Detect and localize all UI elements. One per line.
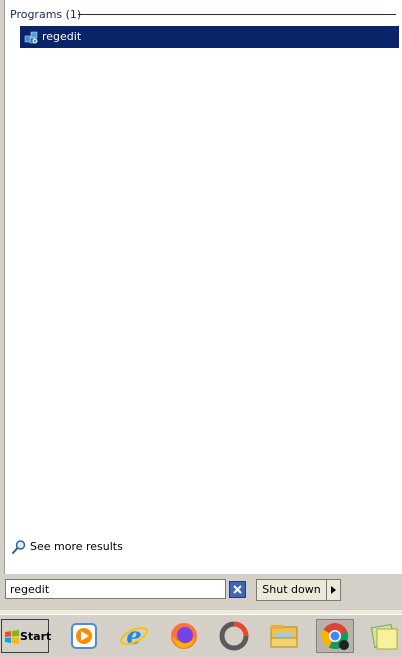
svg-text:e: e (126, 621, 141, 650)
shut-down-options-button[interactable] (327, 579, 341, 601)
result-item-regedit[interactable]: regedit (20, 26, 399, 48)
search-bar: Shut down (0, 574, 402, 610)
internet-explorer-icon[interactable]: e (118, 620, 150, 652)
sticky-notes-icon[interactable] (368, 620, 400, 652)
taskbar: Start e (0, 614, 402, 657)
result-item-label: regedit (42, 30, 82, 43)
see-more-results-link[interactable]: See more results (11, 538, 161, 556)
search-results-pane: Programs (1) regedit See more results (4, 0, 402, 574)
clear-search-button[interactable] (229, 581, 246, 598)
app-ring-icon[interactable] (218, 620, 250, 652)
windows-logo-icon (5, 630, 19, 644)
chrome-icon (321, 623, 349, 650)
magnifier-icon (12, 540, 26, 554)
firefox-icon[interactable] (168, 620, 200, 652)
programs-section-title: Programs (1) (10, 8, 82, 21)
file-explorer-icon[interactable] (268, 620, 300, 652)
start-menu: Programs (1) regedit See more results re… (0, 0, 402, 610)
start-label: Start (20, 630, 52, 643)
search-input[interactable] (5, 579, 226, 599)
windows-media-player-icon[interactable] (68, 620, 100, 652)
start-button[interactable]: Start (1, 619, 52, 653)
chrome-taskbar-button[interactable] (316, 619, 354, 653)
shut-down-button[interactable]: Shut down (256, 579, 327, 601)
see-more-results-label: See more results (30, 540, 123, 553)
section-divider (78, 14, 396, 15)
regedit-icon (24, 31, 38, 44)
close-icon (233, 585, 242, 594)
